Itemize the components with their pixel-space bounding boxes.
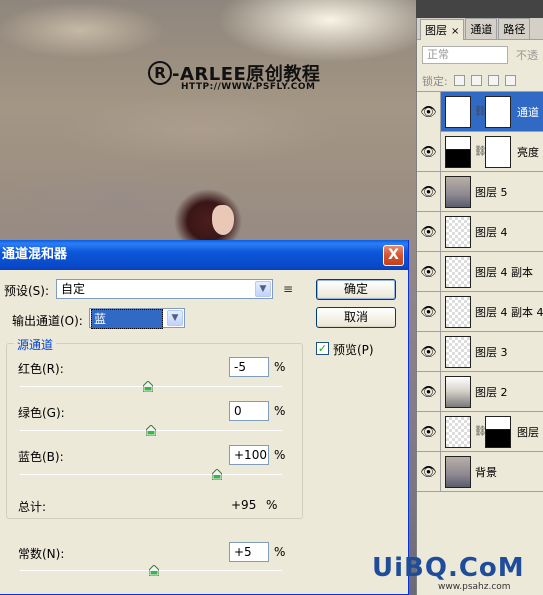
layer-thumbnail[interactable] bbox=[445, 256, 471, 288]
layer-row[interactable]: 👁⛓图层 1 bbox=[417, 412, 543, 452]
preview-label[interactable]: 预览(P) bbox=[333, 341, 374, 358]
layer-mask-thumbnail[interactable] bbox=[485, 96, 511, 128]
visibility-eye-icon[interactable]: 👁 bbox=[417, 252, 441, 292]
visibility-eye-icon[interactable]: 👁 bbox=[417, 452, 441, 492]
layer-thumbnail[interactable] bbox=[445, 456, 471, 488]
green-label: 绿色(G): bbox=[18, 406, 65, 420]
close-button[interactable]: X bbox=[383, 245, 404, 266]
red-slider-thumb[interactable] bbox=[142, 381, 153, 392]
visibility-eye-icon[interactable]: 👁 bbox=[417, 412, 441, 452]
dialog-titlebar[interactable]: 通道混和器 X bbox=[0, 240, 408, 270]
output-channel-select[interactable]: 蓝 ▼ bbox=[89, 308, 185, 329]
layer-mask-thumbnail[interactable] bbox=[485, 416, 511, 448]
layer-name: 图层 1 bbox=[517, 426, 543, 439]
visibility-eye-icon[interactable]: 👁 bbox=[417, 292, 441, 332]
opacity-label: 不透 bbox=[516, 49, 538, 62]
lock-label: 锁定: bbox=[422, 74, 448, 88]
lock-row: 锁定: bbox=[417, 70, 543, 92]
preset-select[interactable]: 自定 ▼ bbox=[56, 279, 273, 299]
blue-percent: % bbox=[274, 448, 286, 462]
photo-girl-face bbox=[212, 205, 234, 235]
layer-thumbnail[interactable] bbox=[445, 136, 471, 168]
source-channels-title: 源通道 bbox=[14, 336, 57, 353]
blue-slider-thumb[interactable] bbox=[211, 469, 222, 480]
red-percent: % bbox=[274, 360, 286, 374]
layer-row[interactable]: 👁 图层 4 bbox=[417, 212, 543, 252]
blue-label: 蓝色(B): bbox=[18, 450, 64, 464]
visibility-eye-icon[interactable]: 👁 bbox=[417, 92, 441, 132]
red-input[interactable]: -5 bbox=[229, 357, 269, 377]
layer-row[interactable]: 👁 图层 4 副本 4 bbox=[417, 292, 543, 332]
layer-name: 背景 bbox=[475, 466, 497, 479]
layer-name: 图层 4 bbox=[475, 226, 508, 239]
constant-label: 常数(N): bbox=[18, 547, 65, 561]
blend-row: 正常 不透 bbox=[417, 40, 543, 70]
panel-tabs: 图层 × 通道 路径 bbox=[417, 18, 543, 40]
layer-row[interactable]: 👁 图层 2 bbox=[417, 372, 543, 412]
layer-name: 图层 3 bbox=[475, 346, 508, 359]
layer-name: 通道 bbox=[517, 106, 539, 119]
layer-name: 图层 4 副本 4 bbox=[475, 306, 543, 319]
constant-slider-thumb[interactable] bbox=[149, 565, 160, 576]
green-percent: % bbox=[274, 404, 286, 418]
constant-input[interactable]: +5 bbox=[229, 542, 269, 562]
layer-name: 图层 4 副本 bbox=[475, 266, 533, 279]
site-watermark-url: www.psahz.com bbox=[438, 582, 511, 592]
channel-mixer-dialog: 通道混和器 X 预设(S): 自定 ▼ ≡ 输出通道(O): 蓝 ▼ 确定 取消… bbox=[0, 240, 409, 595]
constant-percent: % bbox=[274, 545, 286, 559]
blue-slider-track[interactable] bbox=[20, 474, 282, 475]
preset-options-icon[interactable]: ≡ bbox=[283, 282, 293, 296]
cancel-button[interactable]: 取消 bbox=[316, 307, 396, 328]
total-percent: % bbox=[266, 498, 278, 512]
site-watermark: UiBQ.CoM bbox=[372, 553, 525, 583]
layer-row[interactable]: 👁 图层 3 bbox=[417, 332, 543, 372]
chevron-down-icon[interactable]: ▼ bbox=[255, 281, 271, 297]
output-channel-label: 输出通道(O): bbox=[12, 314, 83, 328]
layer-name: 图层 2 bbox=[475, 386, 508, 399]
tab-paths[interactable]: 路径 bbox=[498, 18, 531, 39]
visibility-eye-icon[interactable]: 👁 bbox=[417, 212, 441, 252]
lock-paint-icon[interactable] bbox=[470, 75, 482, 86]
layer-thumbnail[interactable] bbox=[445, 336, 471, 368]
layer-row[interactable]: 👁 背景 bbox=[417, 452, 543, 492]
layer-name: 亮度 bbox=[517, 146, 539, 159]
total-value: +95 bbox=[231, 498, 257, 512]
layer-thumbnail[interactable] bbox=[445, 176, 471, 208]
lock-transparency-icon[interactable] bbox=[453, 75, 465, 86]
layer-thumbnail[interactable] bbox=[445, 416, 471, 448]
green-input[interactable]: 0 bbox=[229, 401, 269, 421]
total-label: 总计: bbox=[18, 500, 47, 514]
blend-mode-select[interactable]: 正常 bbox=[422, 46, 508, 64]
tab-layers[interactable]: 图层 × bbox=[420, 19, 465, 40]
dialog-title: 通道混和器 bbox=[2, 247, 68, 262]
green-slider-thumb[interactable] bbox=[146, 425, 156, 436]
visibility-eye-icon[interactable]: 👁 bbox=[417, 132, 441, 172]
tab-channels[interactable]: 通道 bbox=[465, 18, 498, 39]
layer-thumbnail[interactable] bbox=[445, 96, 471, 128]
visibility-eye-icon[interactable]: 👁 bbox=[417, 332, 441, 372]
chevron-down-icon[interactable]: ▼ bbox=[167, 310, 183, 326]
tab-close-icon[interactable]: × bbox=[451, 26, 459, 37]
preset-label: 预设(S): bbox=[4, 284, 50, 298]
layer-row[interactable]: 👁 图层 4 副本 bbox=[417, 252, 543, 292]
lock-move-icon[interactable] bbox=[487, 75, 499, 86]
blue-input[interactable]: +100 bbox=[229, 445, 269, 465]
ok-button[interactable]: 确定 bbox=[316, 279, 396, 300]
layer-row[interactable]: 👁 ⛓ 亮度 bbox=[417, 132, 543, 172]
layer-mask-thumbnail[interactable] bbox=[485, 136, 511, 168]
layer-row[interactable]: 👁 ⛓ 通道 bbox=[417, 92, 543, 132]
visibility-eye-icon[interactable]: 👁 bbox=[417, 372, 441, 412]
layer-thumbnail[interactable] bbox=[445, 296, 471, 328]
layer-row[interactable]: 👁 图层 5 bbox=[417, 172, 543, 212]
layer-name: 图层 5 bbox=[475, 186, 508, 199]
layers-panel: 图层 × 通道 路径 正常 不透 锁定: 👁 ⛓ 通道 👁 ⛓ 亮度 👁 图层 5 👁 图层 4 👁 图… bbox=[416, 18, 543, 595]
lock-all-icon[interactable] bbox=[504, 75, 516, 86]
preview-checkbox[interactable]: ✓ bbox=[316, 342, 329, 355]
red-label: 红色(R): bbox=[18, 362, 64, 376]
logo-r-mark: R bbox=[148, 61, 172, 85]
layer-thumbnail[interactable] bbox=[445, 216, 471, 248]
layer-thumbnail[interactable] bbox=[445, 376, 471, 408]
visibility-eye-icon[interactable]: 👁 bbox=[417, 172, 441, 212]
logo-url: HTTP://WWW.PSFLY.COM bbox=[181, 82, 316, 92]
